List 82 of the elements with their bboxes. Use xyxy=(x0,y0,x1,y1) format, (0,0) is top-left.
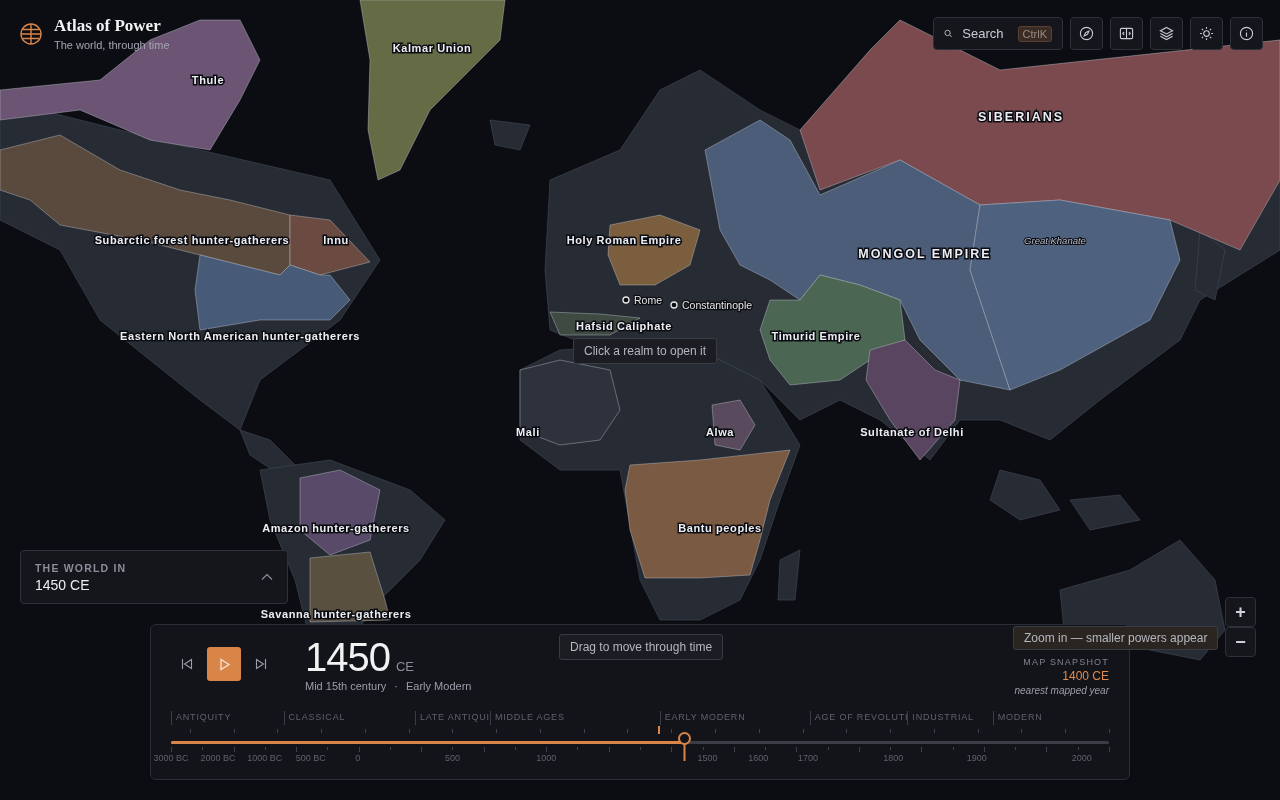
snapshot-label: MAP SNAPSHOT xyxy=(1023,657,1109,667)
realm-label[interactable]: Sultanate of Delhi xyxy=(860,426,964,438)
zoom-hint-tooltip: Zoom in — smaller powers appear xyxy=(1013,626,1219,650)
layers-button[interactable] xyxy=(1150,17,1183,50)
realm-label[interactable]: Timurid Empire xyxy=(771,330,861,342)
info-icon xyxy=(1239,26,1254,41)
globe-icon xyxy=(20,22,42,45)
world-year-card[interactable]: THE WORLD IN 1450 CE xyxy=(20,550,288,604)
era-label: AGE OF REVOLUTI xyxy=(809,711,913,725)
era-label: INDUSTRIAL xyxy=(907,711,998,725)
world-year: 1450 CE xyxy=(35,576,91,593)
tick-label: 1700 xyxy=(797,753,818,763)
era-text: Early Modern xyxy=(406,680,472,692)
realm-label[interactable]: Alwa xyxy=(705,426,735,438)
skip-back-icon[interactable] xyxy=(181,658,193,670)
realm-label[interactable]: Bantu peoples xyxy=(678,522,762,534)
realm-label[interactable]: Eastern North American hunter-gatherers xyxy=(120,330,360,342)
app-subtitle: The world, through time xyxy=(54,39,170,51)
search-button[interactable]: Search CtrlK xyxy=(933,17,1063,50)
current-year: 1450 xyxy=(305,635,390,679)
landmass-shape xyxy=(489,119,531,151)
tick-label: 2000 xyxy=(1071,753,1092,763)
timeline-track[interactable] xyxy=(171,741,1109,744)
era-label: MODERN xyxy=(992,711,1081,725)
zoom-out-button[interactable]: − xyxy=(1225,627,1256,657)
landmass-shape xyxy=(1069,494,1141,531)
realm-label[interactable]: Thule xyxy=(191,74,225,86)
compass-icon xyxy=(1079,26,1094,41)
realm-shape[interactable] xyxy=(0,19,261,151)
snapshot-year: 1400 CE xyxy=(1062,669,1109,683)
snapshot-note: nearest mapped year xyxy=(1014,685,1109,696)
city-label: Rome xyxy=(634,294,662,306)
split-view-icon xyxy=(1119,26,1134,41)
tick-label: 2000 BC xyxy=(200,753,236,763)
tick-label: 500 xyxy=(444,753,460,763)
realm-label[interactable]: Innu xyxy=(323,234,349,246)
zoom-in-button[interactable]: + xyxy=(1225,597,1256,627)
info-button[interactable] xyxy=(1230,17,1263,50)
split-view-button[interactable] xyxy=(1110,17,1143,50)
compass-button[interactable] xyxy=(1070,17,1103,50)
play-icon xyxy=(217,657,231,671)
map-hint-tooltip: Click a realm to open it xyxy=(573,338,718,364)
era-label: MIDDLE AGES xyxy=(489,711,665,725)
city-label: Constantinople xyxy=(682,299,753,311)
year-suffix: CE xyxy=(396,659,415,674)
tick-label: 500 BC xyxy=(295,753,326,763)
tick-label: 1800 xyxy=(883,753,904,763)
tick-label: 1900 xyxy=(966,753,987,763)
era-label: EARLY MODERN xyxy=(659,711,815,725)
layers-icon xyxy=(1159,26,1174,41)
timeline-handle[interactable] xyxy=(676,731,692,761)
realm-label[interactable]: Amazon hunter-gatherers xyxy=(262,522,410,534)
shortcut-hint: CtrlK xyxy=(1017,25,1052,42)
realm-label[interactable]: Holy Roman Empire xyxy=(566,234,682,246)
skip-forward-icon[interactable] xyxy=(255,658,267,670)
landmass-shape xyxy=(989,469,1061,521)
city-marker-icon xyxy=(670,301,678,309)
world-label: THE WORLD IN xyxy=(35,561,127,574)
realm-label[interactable]: Kalmar Union xyxy=(392,42,472,54)
realm-label[interactable]: Subarctic forest hunter-gatherers xyxy=(94,234,290,246)
realm-label[interactable]: Savanna hunter-gatherers xyxy=(260,608,412,620)
realm-label[interactable]: Hafsid Caliphate xyxy=(576,320,672,332)
separator-text: · xyxy=(394,680,398,692)
tick-label: 1000 xyxy=(536,753,557,763)
realm-label[interactable]: SIBERIANS xyxy=(977,110,1065,124)
tick-label: 1600 xyxy=(748,753,769,763)
tick-label: 1000 BC xyxy=(247,753,283,763)
realm-label[interactable]: Mali xyxy=(516,426,540,438)
app-title: Atlas of Power xyxy=(54,16,162,36)
century-text: Mid 15th century xyxy=(305,680,387,692)
search-icon xyxy=(944,27,953,40)
realm-label[interactable]: MONGOL EMPIRE xyxy=(858,247,992,261)
era-label: ANTIQUITY xyxy=(171,711,289,725)
tick-label: 1500 xyxy=(697,753,718,763)
tick-label: 3000 BC xyxy=(153,753,189,763)
sun-button[interactable] xyxy=(1190,17,1223,50)
sun-icon xyxy=(1199,26,1214,41)
tick-label: 0 xyxy=(355,753,361,763)
era-label: LATE ANTIQUI xyxy=(414,711,495,725)
city-marker-icon xyxy=(622,296,630,304)
era-label: CLASSICAL xyxy=(283,711,420,725)
drag-hint-tooltip: Drag to move through time xyxy=(559,634,724,660)
